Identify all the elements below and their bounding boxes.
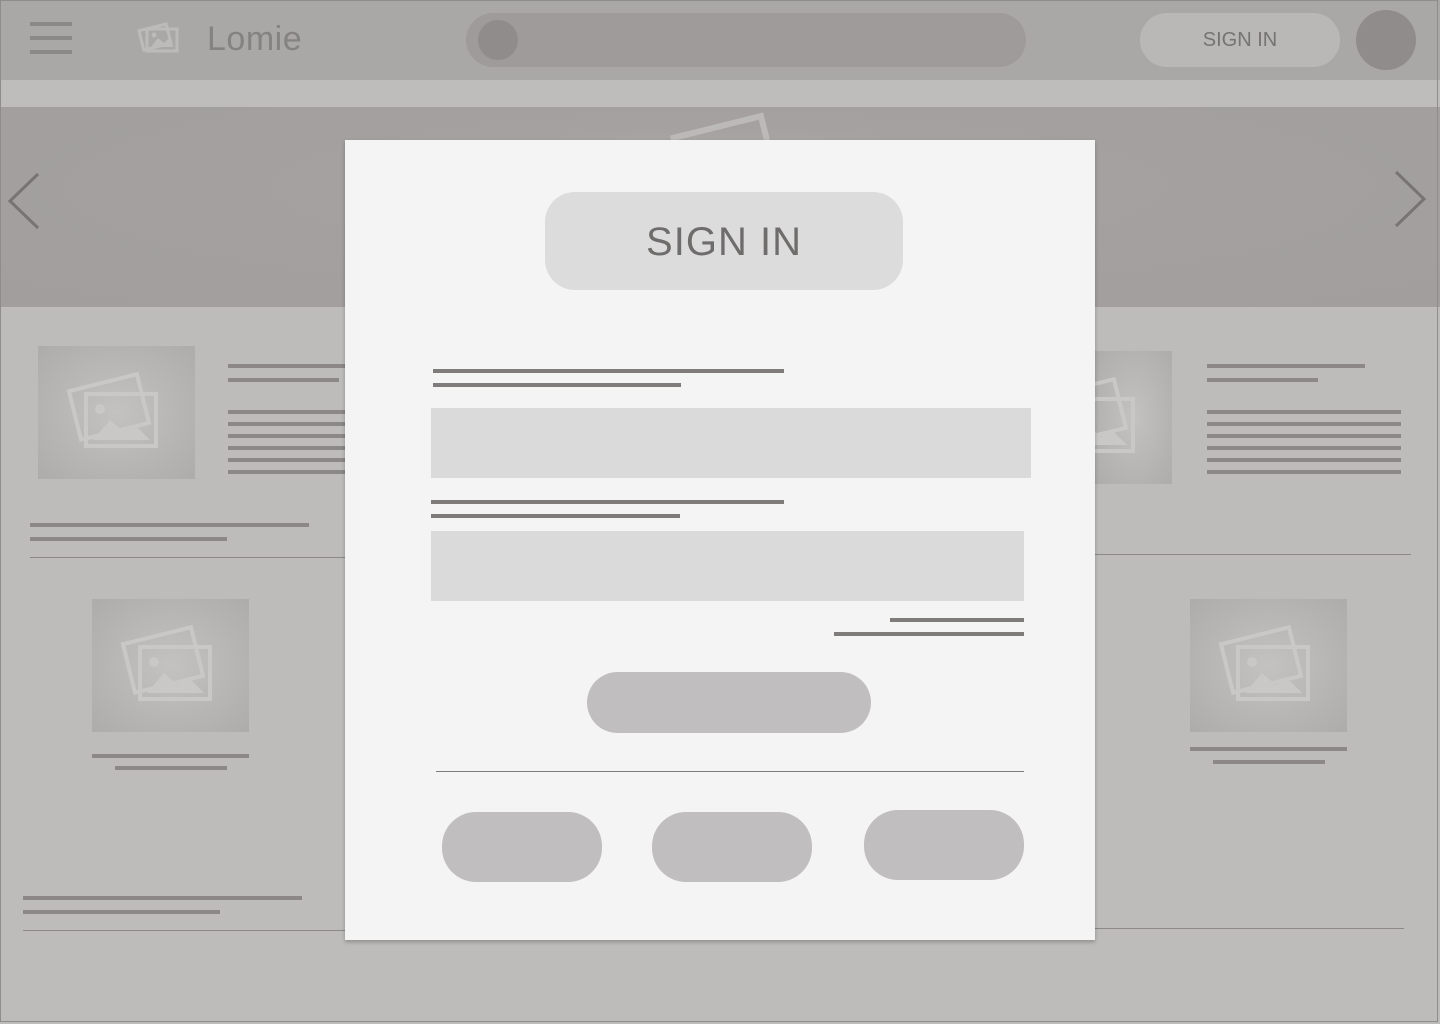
- chevron-left-icon: [7, 172, 40, 230]
- username-label: [433, 369, 784, 373]
- password-field[interactable]: [431, 531, 1024, 601]
- image-placeholder-icon: [120, 624, 212, 701]
- divider: [436, 771, 1024, 772]
- username-field[interactable]: [431, 408, 1031, 478]
- text-line: [1207, 410, 1401, 414]
- modal-title: SIGN IN: [545, 192, 903, 290]
- image-placeholder-icon: [1043, 376, 1135, 453]
- submit-signin-button[interactable]: [587, 672, 871, 733]
- forgot-password-link[interactable]: [890, 618, 1024, 622]
- text-line: [1207, 446, 1401, 450]
- text-line: [228, 470, 345, 474]
- text-line: [1190, 747, 1347, 751]
- divider: [30, 557, 345, 558]
- photo-icon: [137, 17, 183, 57]
- text-line: [228, 458, 345, 462]
- divider: [1095, 928, 1404, 929]
- text-line: [228, 410, 345, 414]
- chevron-right-icon: [1394, 170, 1427, 228]
- social-signin-button-3[interactable]: [864, 810, 1024, 880]
- search-icon: [478, 20, 518, 60]
- carousel-prev-button[interactable]: [4, 168, 44, 234]
- text-line: [228, 364, 345, 368]
- sub-navigation-bar: [0, 80, 1440, 107]
- social-signin-button-1[interactable]: [442, 812, 602, 882]
- text-line: [1207, 470, 1401, 474]
- menu-button[interactable]: [30, 22, 72, 54]
- text-line: [30, 537, 227, 541]
- text-line: [1207, 458, 1401, 462]
- hamburger-icon-line: [30, 50, 72, 54]
- text-line: [115, 766, 227, 770]
- avatar[interactable]: [1356, 10, 1416, 70]
- hamburger-icon: [30, 22, 72, 26]
- divider: [23, 930, 345, 931]
- hamburger-icon-line: [30, 36, 72, 40]
- divider: [1095, 554, 1411, 555]
- signin-modal: SIGN IN: [345, 140, 1095, 940]
- card-thumbnail[interactable]: [1043, 351, 1172, 484]
- forgot-password-link[interactable]: [834, 632, 1024, 636]
- text-line: [1207, 434, 1401, 438]
- text-line: [23, 910, 220, 914]
- text-line: [228, 378, 339, 382]
- text-line: [228, 446, 345, 450]
- card-thumbnail[interactable]: [38, 346, 195, 479]
- carousel-next-button[interactable]: [1392, 168, 1432, 234]
- social-signin-button-2[interactable]: [652, 812, 812, 882]
- brand-name[interactable]: Lomie: [207, 18, 302, 60]
- text-line: [1207, 364, 1365, 368]
- username-label: [433, 383, 681, 387]
- image-placeholder-icon: [1218, 624, 1310, 701]
- text-line: [23, 896, 302, 900]
- password-label: [431, 500, 784, 504]
- header-signin-button[interactable]: SIGN IN: [1140, 13, 1340, 67]
- text-line: [1207, 378, 1318, 382]
- image-placeholder-icon: [66, 371, 158, 448]
- card-thumbnail[interactable]: [92, 599, 249, 732]
- password-label: [431, 514, 680, 518]
- text-line: [228, 422, 345, 426]
- text-line: [30, 523, 309, 527]
- text-line: [92, 754, 249, 758]
- search-input[interactable]: [466, 13, 1026, 67]
- text-line: [228, 434, 345, 438]
- text-line: [1213, 760, 1325, 764]
- card-thumbnail[interactable]: [1190, 599, 1347, 732]
- text-line: [1207, 422, 1401, 426]
